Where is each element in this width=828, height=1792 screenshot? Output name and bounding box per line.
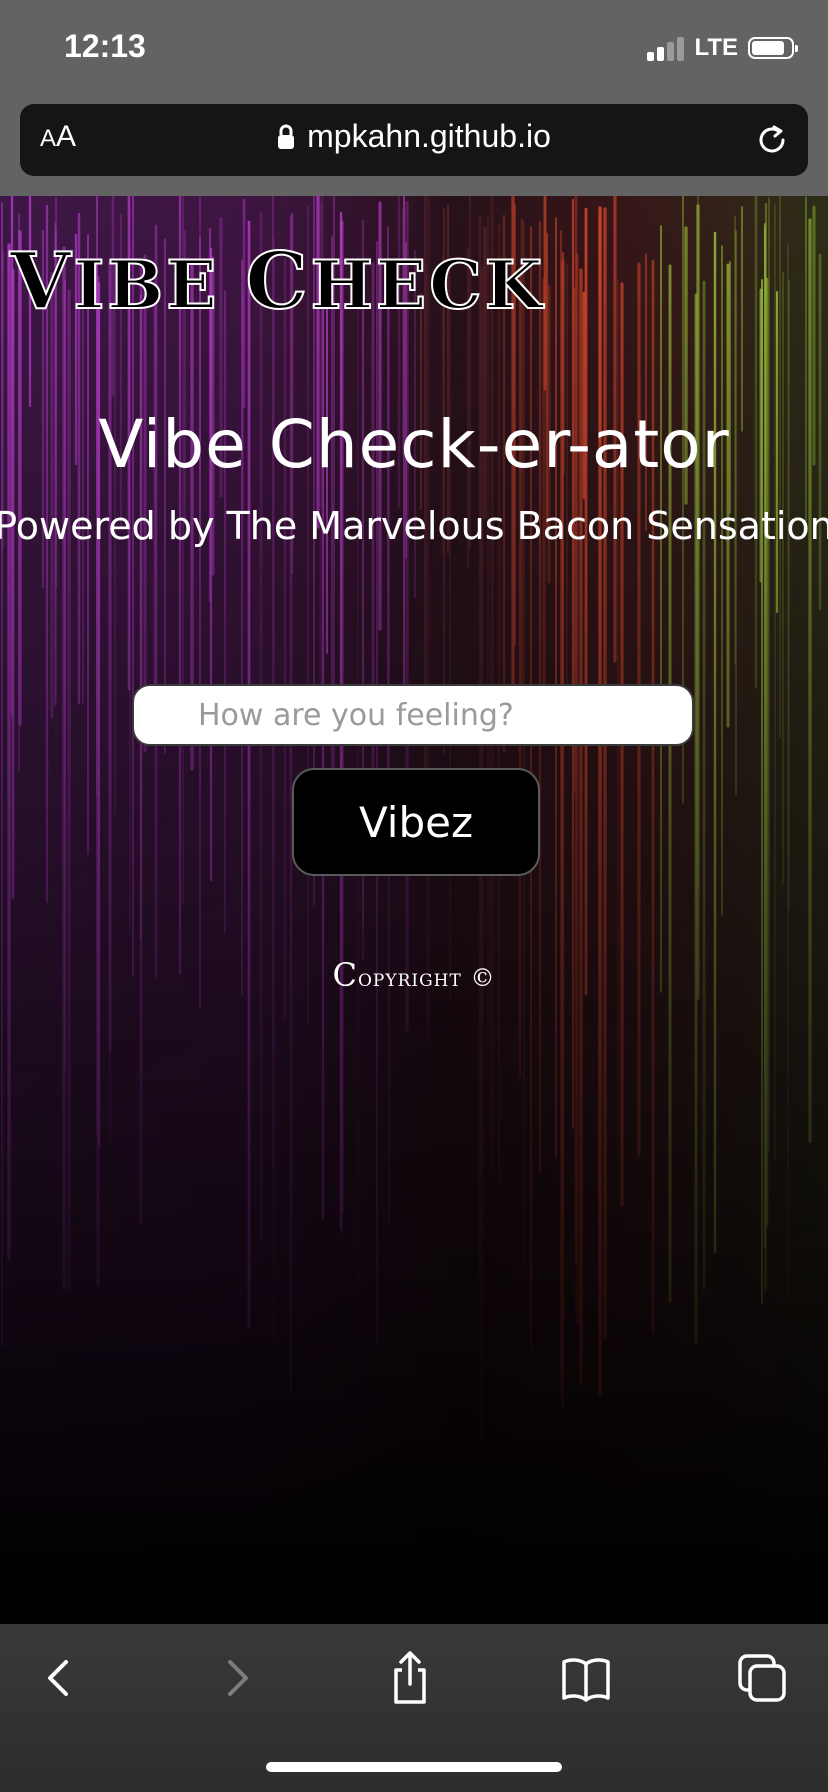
cellular-signal-icon [647,35,685,61]
lock-icon [278,124,295,149]
forward-icon[interactable] [206,1648,266,1708]
page-title: Vibe Check-er-ator [98,406,730,483]
network-label: LTE [694,34,738,61]
feeling-input[interactable] [132,684,694,746]
page-subtitle: Powered by The Marvelous Bacon Sensation [0,504,828,548]
status-indicators: LTE [647,34,798,62]
vibez-button[interactable]: Vibez [292,768,540,876]
url-bar[interactable]: AA mpkahn.github.io [20,104,808,176]
url-text: mpkahn.github.io [307,118,551,154]
home-indicator [266,1762,562,1772]
site-logo: VIBE CHECK [9,235,546,328]
url-display[interactable]: mpkahn.github.io [20,118,808,155]
reload-icon[interactable] [754,122,790,158]
status-time: 12:13 [64,28,146,64]
web-page: VIBE CHECK Vibe Check-er-ator Powered by… [0,196,828,1624]
battery-icon [748,37,798,59]
browser-top-chrome: 12:13 LTE AA mpkahn.github.io [0,0,828,196]
bookmarks-icon[interactable] [556,1648,616,1708]
share-icon[interactable] [380,1648,440,1708]
tabs-icon[interactable] [732,1648,792,1708]
back-icon[interactable] [30,1648,90,1708]
copyright-notice: Copyright © [332,956,496,994]
